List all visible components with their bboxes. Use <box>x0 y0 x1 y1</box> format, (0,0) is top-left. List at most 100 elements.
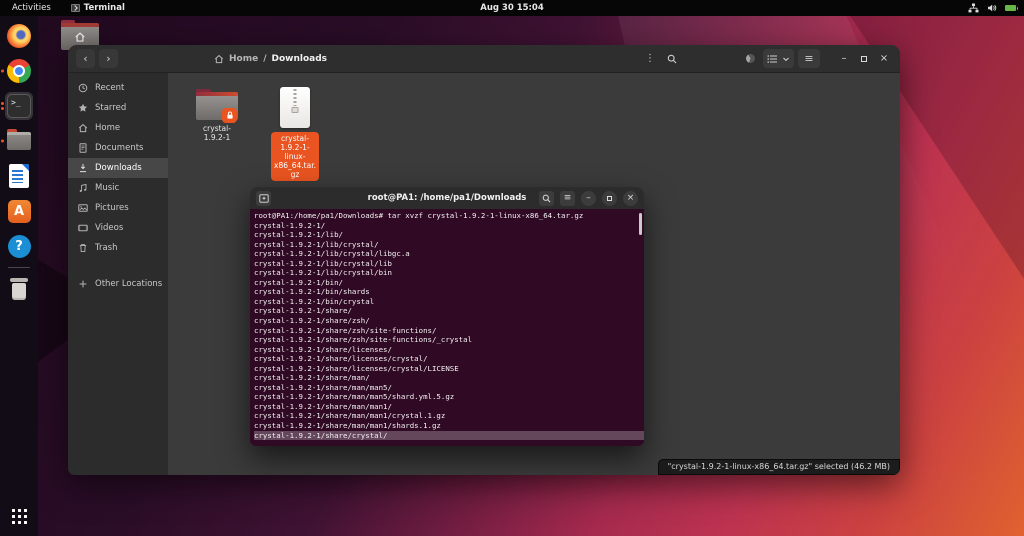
terminal-title: root@PA1: /home/pa1/Downloads <box>368 193 527 203</box>
breadcrumb[interactable]: Home / Downloads <box>214 54 327 64</box>
terminal-lines: root@PA1:/home/pa1/Downloads# tar xvzf c… <box>254 211 644 440</box>
chrome-icon <box>7 59 31 83</box>
top-bar: Activities Terminal Aug 30 15:04 <box>0 0 1024 16</box>
firefox-icon <box>7 24 31 48</box>
terminal-menu-button[interactable]: ≡ <box>560 191 575 206</box>
terminal-line: crystal-1.9.2-1/share/man/ <box>254 373 644 383</box>
terminal-line: crystal-1.9.2-1/share/man/man1/ <box>254 402 644 412</box>
terminal-line: crystal-1.9.2-1/lib/crystal/ <box>254 240 644 250</box>
terminal-line: crystal-1.9.2-1/share/man/man1/crystal.1… <box>254 411 644 421</box>
focused-app-menu[interactable]: Terminal <box>71 3 125 13</box>
terminal-line: crystal-1.9.2-1/bin/ <box>254 278 644 288</box>
terminal-line: crystal-1.9.2-1/bin/shards <box>254 287 644 297</box>
dock-item-firefox[interactable] <box>5 22 33 50</box>
terminal-maximize-button[interactable] <box>602 191 617 206</box>
terminal-line: crystal-1.9.2-1/share/crystal/ <box>254 431 644 441</box>
trash-icon <box>78 243 88 253</box>
network-icon <box>968 3 979 13</box>
plus-icon <box>78 279 88 289</box>
terminal-output[interactable]: root@PA1:/home/pa1/Downloads# tar xvzf c… <box>250 209 644 446</box>
terminal-line: crystal-1.9.2-1/bin/crystal <box>254 297 644 307</box>
dock-item-libreoffice-writer[interactable] <box>5 162 33 190</box>
sidebar-item-pictures[interactable]: Pictures <box>68 198 168 218</box>
music-icon <box>78 183 88 193</box>
operations-button[interactable] <box>741 50 759 68</box>
search-button[interactable] <box>663 50 681 68</box>
terminal-line: crystal-1.9.2-1/lib/crystal/bin <box>254 268 644 278</box>
dock-item-help[interactable] <box>5 232 33 260</box>
libreoffice-writer-icon <box>9 164 29 188</box>
volume-icon <box>987 3 997 13</box>
file-label: crystal-1.9.2-1 <box>193 124 241 142</box>
terminal-headerbar[interactable]: root@PA1: /home/pa1/Downloads ≡ – × <box>250 187 644 209</box>
files-icon <box>7 132 31 150</box>
system-status-area[interactable] <box>968 3 1016 13</box>
show-applications-button[interactable] <box>12 509 27 524</box>
sidebar-item-recent[interactable]: Recent <box>68 78 168 98</box>
breadcrumb-current[interactable]: Downloads <box>272 54 328 64</box>
home-icon <box>78 123 88 133</box>
terminal-window: root@PA1: /home/pa1/Downloads ≡ – × root… <box>250 187 644 446</box>
forward-button[interactable]: › <box>99 49 118 68</box>
terminal-line: crystal-1.9.2-1/share/zsh/site-functions… <box>254 335 644 345</box>
files-headerbar[interactable]: ‹ › Home / Downloads ⋮ <box>68 45 900 73</box>
dock-item-ubuntu-software[interactable] <box>5 197 33 225</box>
terminal-line: crystal-1.9.2-1/share/man/man1/shards.1.… <box>254 421 644 431</box>
operations-progress-icon <box>746 54 755 63</box>
terminal-search-button[interactable] <box>539 191 554 206</box>
chevron-down-icon <box>782 56 790 62</box>
dock-item-terminal[interactable] <box>5 92 33 120</box>
documents-icon <box>78 143 88 153</box>
file-item-folder[interactable]: crystal-1.9.2-1 <box>186 87 248 142</box>
view-toggle-button[interactable] <box>763 49 794 68</box>
sidebar-item-music[interactable]: Music <box>68 178 168 198</box>
file-label: crystal-1.9.2-1-linux-x86_64.tar.gz <box>271 132 319 181</box>
search-icon <box>542 194 551 203</box>
dock-item-trash[interactable] <box>5 275 33 303</box>
breadcrumb-home[interactable]: Home <box>229 54 258 64</box>
sidebar-item-downloads[interactable]: Downloads <box>68 158 168 178</box>
sidebar-item-videos[interactable]: Videos <box>68 218 168 238</box>
running-indicator <box>1 140 4 143</box>
clock-button[interactable]: Aug 30 15:04 <box>480 3 544 13</box>
window-menu-button[interactable]: ≡ <box>798 49 820 68</box>
close-button[interactable]: × <box>876 51 892 67</box>
new-tab-icon <box>259 194 269 203</box>
terminal-line: crystal-1.9.2-1/share/licenses/crystal/L… <box>254 364 644 374</box>
dock-separator <box>8 267 30 268</box>
sidebar-item-documents[interactable]: Documents <box>68 138 168 158</box>
activities-button[interactable]: Activities <box>8 3 55 13</box>
back-button[interactable]: ‹ <box>76 49 95 68</box>
dock-item-files[interactable] <box>5 127 33 155</box>
terminal-line: crystal-1.9.2-1/share/zsh/site-functions… <box>254 326 644 336</box>
starred-icon <box>78 103 88 113</box>
new-tab-button[interactable] <box>256 191 271 206</box>
terminal-line: crystal-1.9.2-1/share/licenses/ <box>254 345 644 355</box>
recent-icon <box>78 83 88 93</box>
trash-icon <box>9 278 29 300</box>
maximize-button[interactable] <box>856 51 872 67</box>
videos-icon <box>78 223 88 233</box>
terminal-line: crystal-1.9.2-1/share/man/man5/shard.yml… <box>254 392 644 402</box>
path-menu-button[interactable]: ⋮ <box>641 50 659 68</box>
terminal-line: crystal-1.9.2-1/lib/ <box>254 230 644 240</box>
breadcrumb-separator: / <box>263 54 266 64</box>
dock-item-chrome[interactable] <box>5 57 33 85</box>
sidebar-item-trash[interactable]: Trash <box>68 238 168 258</box>
home-icon <box>74 31 87 43</box>
minimize-button[interactable]: – <box>836 51 852 67</box>
sidebar-item-home[interactable]: Home <box>68 118 168 138</box>
sidebar-item-starred[interactable]: Starred <box>68 98 168 118</box>
focused-app-name: Terminal <box>84 3 125 13</box>
pictures-icon <box>78 203 88 213</box>
terminal-line: crystal-1.9.2-1/lib/crystal/libgc.a <box>254 249 644 259</box>
terminal-line: crystal-1.9.2-1/share/zsh/ <box>254 316 644 326</box>
file-item-archive-selected[interactable]: crystal-1.9.2-1-linux-x86_64.tar.gz <box>264 87 326 181</box>
terminal-scrollbar[interactable] <box>639 213 642 235</box>
sidebar-item-other-locations[interactable]: Other Locations <box>68 274 168 294</box>
downloads-icon <box>78 163 88 173</box>
terminal-line: crystal-1.9.2-1/ <box>254 221 644 231</box>
terminal-icon <box>7 94 31 118</box>
terminal-minimize-button[interactable]: – <box>581 191 596 206</box>
terminal-close-button[interactable]: × <box>623 191 638 206</box>
